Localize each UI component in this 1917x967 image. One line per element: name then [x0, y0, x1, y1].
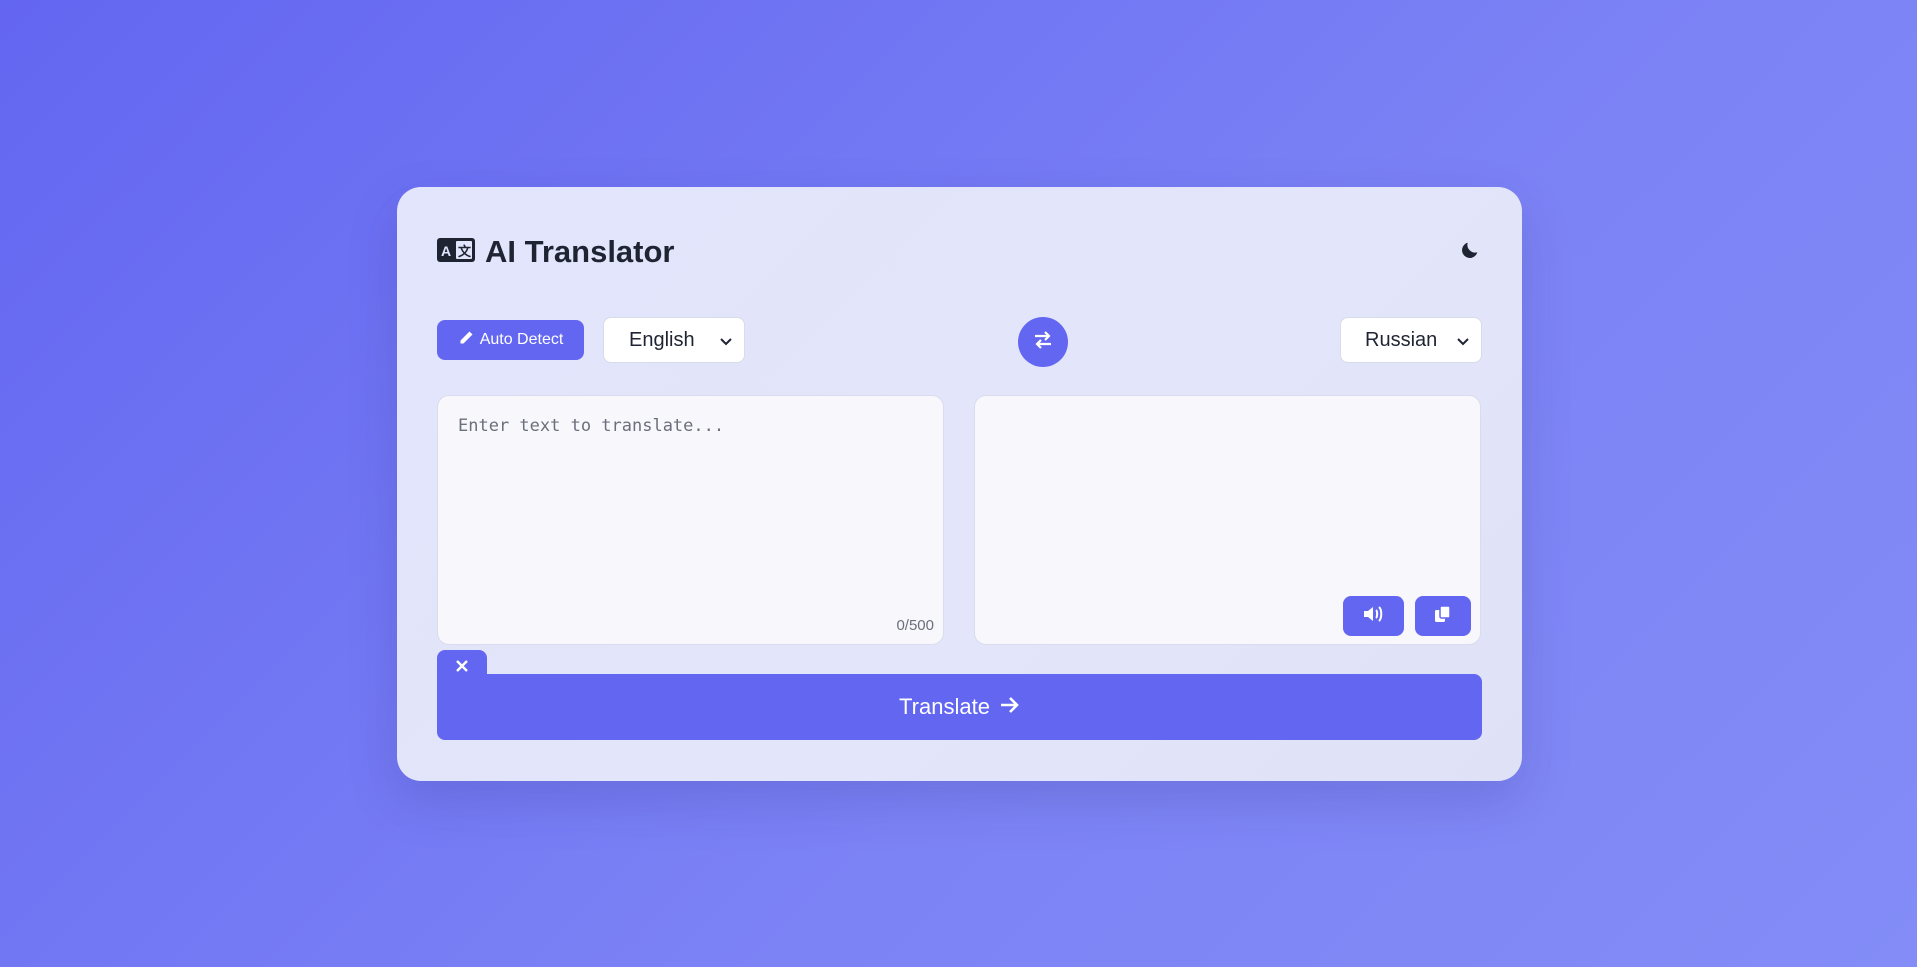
auto-detect-label: Auto Detect: [479, 331, 564, 348]
theme-toggle-button[interactable]: [1450, 232, 1490, 272]
translate-label: Translate: [899, 694, 990, 719]
target-language-select[interactable]: Russian: [1340, 317, 1482, 363]
speak-button[interactable]: [1343, 596, 1404, 636]
moon-icon: [1459, 239, 1481, 266]
source-language-value: English: [629, 328, 695, 351]
swap-arrows-icon: [1033, 330, 1053, 354]
character-counter: 0/500: [896, 617, 934, 634]
chevron-down-icon: [720, 329, 732, 352]
translation-output: [974, 395, 1481, 645]
chevron-down-icon: [1457, 329, 1469, 352]
svg-text:A: A: [441, 243, 451, 259]
svg-text:文: 文: [458, 244, 472, 259]
swap-languages-button[interactable]: [1018, 317, 1068, 367]
source-text-placeholder: Enter text to translate...: [458, 416, 725, 436]
title-group: A 文 AI Translator: [437, 234, 675, 270]
language-controls: Auto Detect English Russian: [437, 317, 1482, 367]
copy-icon: [1434, 604, 1452, 628]
pencil-icon: [458, 330, 474, 351]
source-text-area[interactable]: Enter text to translate... 0/500: [437, 395, 944, 645]
translate-icon: A 文: [437, 237, 475, 267]
arrow-right-icon: [1000, 694, 1020, 720]
header: A 文 AI Translator: [437, 227, 1482, 277]
copy-button[interactable]: [1415, 596, 1471, 636]
translate-button[interactable]: Translate: [437, 674, 1482, 740]
translator-card: A 文 AI Translator Auto Detect English Ru…: [397, 187, 1522, 781]
target-language-value: Russian: [1365, 328, 1438, 351]
source-language-select[interactable]: English: [603, 317, 745, 363]
app-title: AI Translator: [485, 234, 675, 269]
speaker-icon: [1362, 605, 1386, 628]
auto-detect-button[interactable]: Auto Detect: [437, 320, 584, 360]
